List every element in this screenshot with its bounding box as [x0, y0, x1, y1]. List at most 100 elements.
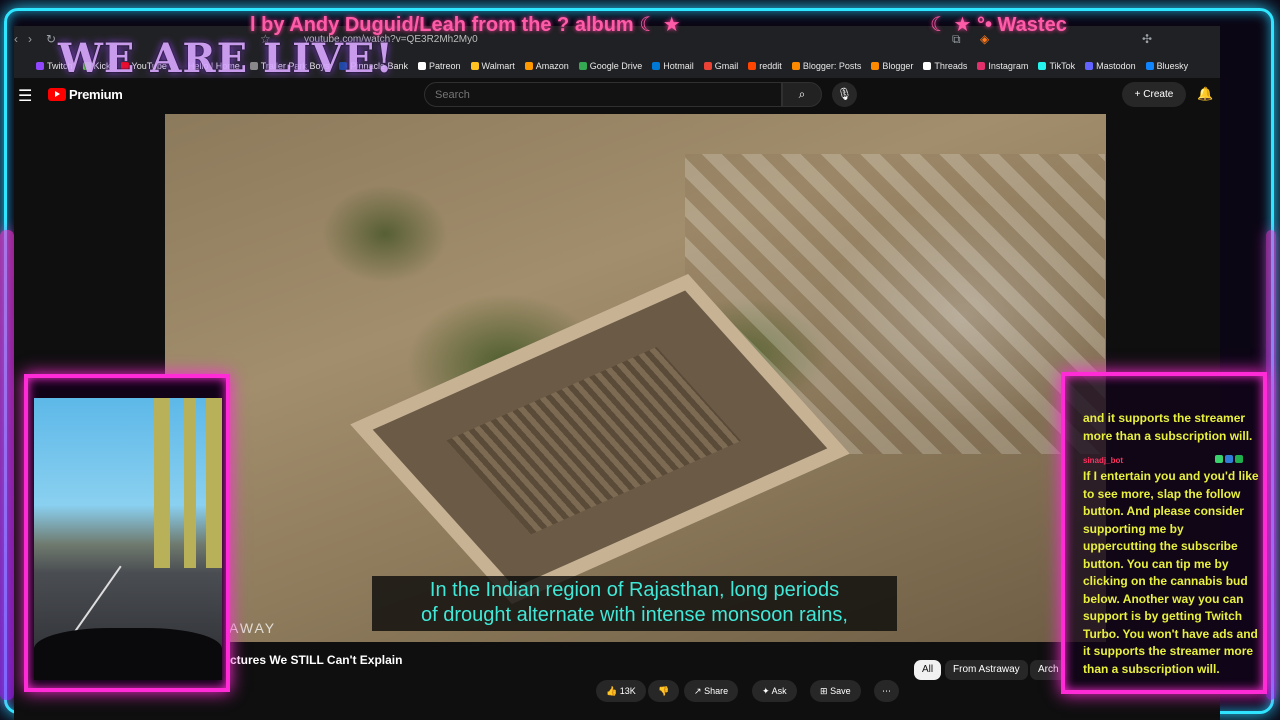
stepwell-steps — [446, 347, 742, 535]
save-icon: ⊞ — [820, 686, 828, 696]
ask-label: Ask — [771, 686, 787, 696]
youtube-play-icon — [48, 88, 66, 101]
verified-badge-icon — [1215, 455, 1223, 463]
bookmark-label: Google Drive — [589, 61, 643, 71]
bridge-pillar — [154, 398, 170, 568]
hamburger-menu-icon[interactable]: ☰ — [18, 86, 32, 106]
thumbs-up-icon: 👍 — [606, 686, 618, 696]
more-icon: ⋯ — [882, 686, 891, 696]
bookmark-label: Patreon — [429, 61, 461, 71]
neon-edge-right — [1266, 230, 1276, 700]
bookmark-item[interactable]: Patreon — [418, 61, 461, 71]
youtube-premium-logo[interactable]: Premium — [48, 87, 123, 102]
dislike-button[interactable]: 👎 — [648, 680, 680, 702]
share-label: Share — [704, 686, 729, 696]
bookmark-label: Gmail — [714, 61, 739, 71]
forward-icon[interactable]: › — [28, 32, 32, 46]
bookmark-favicon-icon — [791, 62, 800, 70]
bookmark-favicon-icon — [578, 62, 587, 70]
now-playing-ticker-2: ☾ ★ °• Wastec — [930, 14, 1067, 36]
bookmark-item[interactable]: Walmart — [470, 61, 515, 71]
bookmark-item[interactable]: TikTok — [1038, 61, 1075, 71]
bookmark-favicon-icon — [36, 62, 44, 70]
notifications-bell-icon[interactable]: 🔔 — [1197, 86, 1213, 102]
bookmark-favicon-icon — [977, 62, 986, 70]
chat-badges — [1215, 455, 1243, 463]
bookmark-label: TikTok — [1049, 61, 1076, 71]
back-icon[interactable]: ‹ — [14, 32, 18, 46]
bookmark-item[interactable]: Google Drive — [578, 61, 643, 71]
chat-message: and it supports the streamer more than a… — [1083, 411, 1253, 443]
bookmark-item[interactable]: Mastodon — [1085, 61, 1136, 71]
bookmark-favicon-icon — [871, 62, 880, 70]
video-title: ctures We STILL Can't Explain — [230, 653, 403, 667]
bridge-pillar — [184, 398, 196, 568]
bookmark-favicon-icon — [470, 62, 479, 70]
video-subtitles: In the Indian region of Rajasthan, long … — [372, 576, 897, 631]
like-count: 13K — [619, 686, 636, 696]
bookmark-label: Instagram — [988, 61, 1029, 71]
create-button[interactable]: + Create — [1122, 82, 1186, 107]
bookmark-favicon-icon — [652, 62, 661, 70]
share-icon: ↗ — [694, 686, 702, 696]
bookmark-label: Amazon — [535, 61, 569, 71]
save-label: Save — [830, 686, 851, 696]
bookmark-item[interactable]: Gmail — [703, 61, 739, 71]
bookmark-label: Hotmail — [663, 61, 694, 71]
bookmark-item[interactable]: Amazon — [524, 61, 569, 71]
subtitle-line-2: of drought alternate with intense monsoo… — [421, 604, 848, 626]
bookmark-favicon-icon — [1145, 62, 1154, 70]
bookmark-item[interactable]: Instagram — [977, 61, 1028, 71]
bookmark-label: Threads — [934, 61, 968, 71]
search-input[interactable] — [425, 83, 775, 107]
thumbs-down-icon: 👎 — [658, 686, 670, 696]
more-actions-button[interactable]: ⋯ — [874, 680, 899, 702]
extensions-puzzle-icon[interactable]: ✣ — [1142, 32, 1152, 46]
voice-search-button[interactable]: 🎙 — [832, 82, 857, 107]
bookmark-label: Blogger — [882, 61, 914, 71]
dashcam-view — [34, 398, 222, 680]
moderator-badge-icon — [1235, 455, 1243, 463]
subtitle-line-1: In the Indian region of Rajasthan, long … — [429, 579, 840, 601]
bookmark-favicon-icon — [923, 62, 932, 70]
video-player[interactable]: AWAY — [165, 114, 1106, 642]
microphone-icon: 🎙 — [836, 87, 853, 101]
bookmark-item[interactable]: reddit — [748, 61, 782, 71]
chat-username: sinadj_bot — [1083, 456, 1124, 465]
save-button[interactable]: ⊞ Save — [810, 680, 861, 702]
bookmark-label: reddit — [759, 61, 782, 71]
reload-icon[interactable]: ↻ — [46, 32, 56, 46]
share-button[interactable]: ↗ Share — [684, 680, 739, 702]
search-button[interactable]: ⌕ — [782, 82, 822, 107]
chat-panel: and it supports the streamer more than a… — [1061, 372, 1267, 694]
bookmark-favicon-icon — [1038, 62, 1047, 70]
bookmark-label: Walmart — [481, 61, 515, 71]
bookmark-item[interactable]: Blogger: Posts — [791, 61, 862, 71]
chip-all[interactable]: All — [914, 660, 942, 680]
sparkle-icon: ✦ — [762, 686, 770, 696]
bookmark-label: Mastodon — [1096, 61, 1136, 71]
neon-edge-left — [0, 230, 14, 700]
car-dashboard — [34, 628, 222, 680]
bookmark-favicon-icon — [748, 62, 757, 70]
bookmark-favicon-icon — [418, 62, 426, 70]
search-box — [424, 82, 782, 107]
chip-from-astraway[interactable]: From Astraway — [945, 660, 1028, 680]
dashcam-webcam — [24, 374, 230, 692]
bookmark-item[interactable]: Hotmail — [652, 61, 694, 71]
ask-button[interactable]: ✦ Ask — [752, 680, 797, 702]
bot-badge-icon — [1225, 455, 1233, 463]
search-icon: ⌕ — [798, 87, 806, 101]
bookmark-label: Blogger: Posts — [802, 61, 862, 71]
video-watermark: AWAY — [229, 620, 277, 636]
bookmark-item[interactable]: Blogger — [871, 61, 913, 71]
like-button[interactable]: 👍 13K — [596, 680, 646, 702]
bookmark-favicon-icon — [703, 62, 712, 70]
create-label: Create — [1143, 89, 1174, 100]
bookmark-item[interactable]: Bluesky — [1145, 61, 1188, 71]
bookmark-favicon-icon — [524, 62, 533, 70]
now-playing-ticker: l by Andy Duguid/Leah from the ? album ☾… — [250, 14, 681, 36]
bookmark-item[interactable]: Threads — [923, 61, 967, 71]
youtube-header: ☰ Premium ⌕ 🎙 + Create 🔔 — [14, 78, 1220, 112]
bookmark-favicon-icon — [1085, 62, 1094, 70]
